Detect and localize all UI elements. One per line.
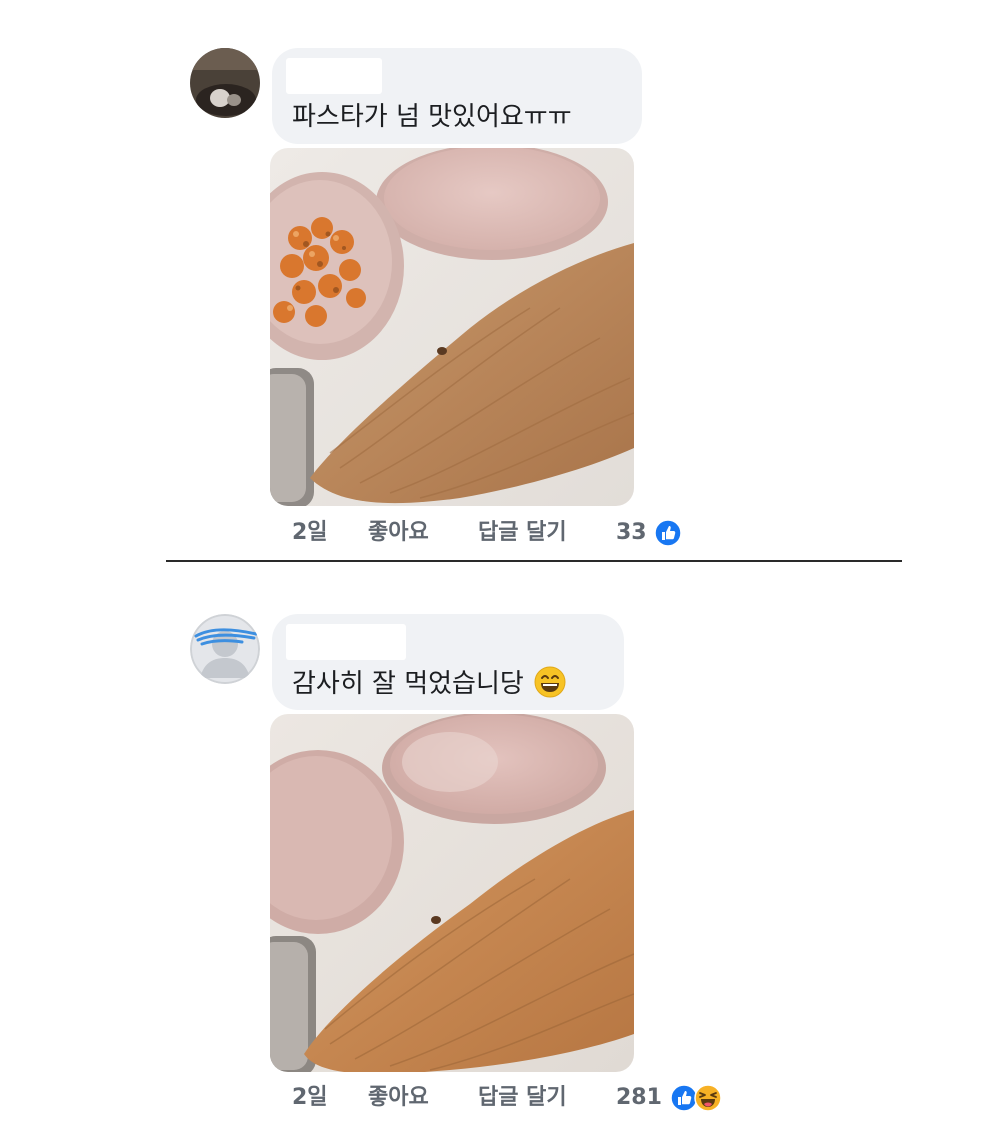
default-avatar-icon [190, 614, 260, 684]
reply-button[interactable]: 답글 달기 [478, 515, 567, 551]
comment-timestamp[interactable]: 2일 [292, 515, 328, 551]
comment-timestamp[interactable]: 2일 [292, 1080, 328, 1116]
comment-text-body: 감사히 잘 먹었습니당 [292, 669, 524, 699]
comment-actions: 2일 좋아요 답글 달기 33 [292, 515, 692, 551]
reaction-count[interactable]: 33 [616, 515, 647, 551]
comment-bubble: 파스타가 넘 맛있어요ㅠㅠ [272, 48, 642, 144]
food-photo [270, 148, 634, 506]
comment-text: 파스타가 넘 맛있어요ㅠㅠ [292, 102, 572, 132]
table-photo [270, 714, 634, 1072]
comment-photo[interactable] [270, 148, 634, 506]
comment-photo[interactable] [270, 714, 634, 1072]
comment-actions: 2일 좋아요 답글 달기 281 [292, 1080, 752, 1116]
comment-bubble: 감사히 잘 먹었습니당 [272, 614, 624, 710]
redacted-name [286, 624, 406, 660]
comment-text: 감사히 잘 먹었습니당 [292, 666, 566, 701]
separator-line [166, 560, 902, 562]
grinning-emoji-icon [534, 666, 566, 698]
redacted-name [286, 58, 382, 94]
reaction-count[interactable]: 281 [616, 1080, 662, 1116]
haha-icon[interactable] [694, 1084, 722, 1112]
commenter-avatar[interactable] [190, 48, 260, 118]
avatar-photo-icon [190, 48, 260, 118]
reply-button[interactable]: 답글 달기 [478, 1080, 567, 1116]
like-button[interactable]: 좋아요 [368, 515, 429, 551]
commenter-avatar[interactable] [190, 614, 260, 684]
like-icon[interactable] [654, 519, 682, 547]
like-button[interactable]: 좋아요 [368, 1080, 429, 1116]
